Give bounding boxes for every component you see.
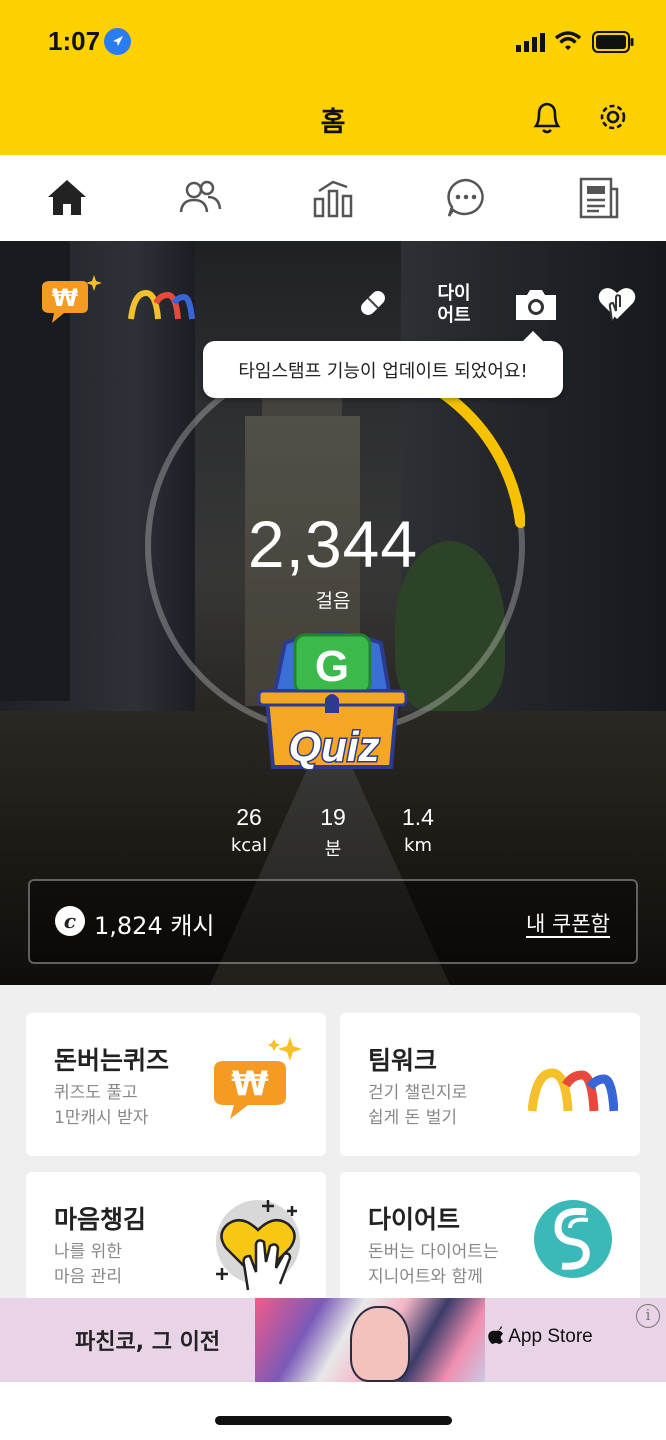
step-hero: ₩ 다이 어트 타임스탬프 기능이 업데이트 되었어요! 2,344 걸음 G … bbox=[0, 241, 666, 985]
camera-icon[interactable] bbox=[514, 287, 558, 327]
card-mindfulness[interactable]: 마음챙김 나를 위한 마음 관리 bbox=[26, 1172, 326, 1315]
status-time: 1:07 bbox=[48, 26, 101, 56]
card-teamwork[interactable]: 팀워크 걷기 챌린지로 쉽게 돈 벌기 bbox=[340, 1013, 640, 1156]
ad-banner[interactable]: 파친코, 그 이전 App Store i bbox=[0, 1298, 666, 1382]
diet-label: 다이 어트 bbox=[437, 283, 471, 326]
home-indicator[interactable] bbox=[215, 1416, 452, 1425]
heart-hand-icon bbox=[214, 1194, 304, 1291]
stat-distance: 1.4 km bbox=[378, 804, 458, 856]
svg-text:₩: ₩ bbox=[231, 1064, 269, 1104]
tab-chat[interactable] bbox=[445, 177, 487, 223]
cash-balance: 1,824 캐시 bbox=[94, 912, 215, 940]
tab-stats[interactable] bbox=[312, 177, 354, 223]
stat-unit: kcal bbox=[230, 835, 268, 856]
card-subtitle: 나를 위한 마음 관리 bbox=[54, 1242, 122, 1287]
stat-unit: km bbox=[404, 835, 432, 856]
location-icon bbox=[104, 28, 131, 55]
card-subtitle: 걷기 챌린지로 쉽게 돈 벌기 bbox=[368, 1083, 468, 1128]
home-indicator-area bbox=[0, 1382, 666, 1440]
newspaper-icon bbox=[579, 177, 619, 219]
pill-icon[interactable] bbox=[355, 285, 391, 325]
card-subtitle: 돈버는 다이어트는 지니어트와 함께 bbox=[368, 1242, 499, 1287]
apple-icon bbox=[488, 1326, 503, 1344]
bell-icon[interactable] bbox=[528, 100, 566, 140]
svg-text:₩: ₩ bbox=[52, 284, 79, 312]
step-unit: 걸음 bbox=[315, 590, 351, 612]
app-store-label: App Store bbox=[508, 1326, 593, 1347]
header-bar: 1:07 홈 bbox=[0, 0, 666, 155]
mind-care-icon[interactable] bbox=[596, 283, 638, 327]
stat-unit: 분 bbox=[324, 839, 342, 860]
quiz-won-icon[interactable]: ₩ bbox=[36, 273, 104, 335]
stat-kcal: 26 kcal bbox=[209, 804, 289, 856]
stat-value: 19 bbox=[320, 804, 346, 830]
coupon-box-link[interactable]: 내 쿠폰함 bbox=[526, 908, 610, 938]
tab-bar bbox=[0, 155, 666, 241]
ad-info-icon[interactable]: i bbox=[636, 1304, 660, 1328]
chart-icon bbox=[313, 180, 353, 218]
tab-friends[interactable] bbox=[178, 177, 222, 221]
teamwork-icon bbox=[527, 1035, 619, 1125]
tab-home[interactable] bbox=[46, 177, 88, 221]
home-icon bbox=[48, 180, 86, 215]
tab-news[interactable] bbox=[579, 177, 619, 223]
card-title: 다이어트 bbox=[368, 1205, 461, 1234]
battery-icon bbox=[592, 31, 634, 57]
card-title: 돈버는퀴즈 bbox=[54, 1046, 170, 1075]
tooltip-text: 타임스탬프 기능이 업데이트 되었어요! bbox=[238, 361, 528, 382]
page-title: 홈 bbox=[320, 107, 346, 138]
stat-value: 26 bbox=[236, 804, 262, 830]
stat-minutes: 19 분 bbox=[293, 804, 373, 861]
svg-text:Quiz: Quiz bbox=[289, 723, 380, 771]
cash-bar[interactable]: c 1,824 캐시 내 쿠폰함 bbox=[28, 879, 638, 964]
gear-icon[interactable] bbox=[596, 100, 630, 138]
svg-text:G: G bbox=[315, 642, 349, 691]
card-diet[interactable]: 다이어트 돈버는 다이어트는 지니어트와 함께 bbox=[340, 1172, 640, 1315]
ad-portrait bbox=[350, 1306, 410, 1382]
quiz-won-icon: ₩ bbox=[214, 1035, 304, 1125]
step-count: 2,344 bbox=[247, 507, 419, 581]
update-tooltip[interactable]: 타임스탬프 기능이 업데이트 되었어요! bbox=[203, 331, 563, 398]
card-title: 팀워크 bbox=[368, 1046, 438, 1075]
card-money-quiz[interactable]: 돈버는퀴즈 퀴즈도 풀고 1만캐시 받자 ₩ bbox=[26, 1013, 326, 1156]
quiz-chest-icon[interactable]: G Quiz bbox=[255, 629, 410, 774]
teamwork-icon[interactable] bbox=[128, 289, 196, 325]
diet-button[interactable]: 다이 어트 bbox=[430, 283, 478, 327]
card-title: 마음챙김 bbox=[54, 1205, 147, 1234]
cash-coin-icon: c bbox=[55, 906, 85, 936]
stat-value: 1.4 bbox=[402, 804, 434, 830]
signal-icon bbox=[516, 32, 546, 56]
diet-logo-icon bbox=[528, 1194, 618, 1284]
chat-icon bbox=[447, 178, 484, 217]
app-store-badge[interactable]: App Store bbox=[488, 1326, 593, 1348]
friends-icon bbox=[179, 180, 222, 213]
ad-title: 파친코, 그 이전 bbox=[75, 1330, 221, 1355]
card-subtitle: 퀴즈도 풀고 1만캐시 받자 bbox=[54, 1083, 149, 1128]
wifi-icon bbox=[554, 30, 582, 56]
